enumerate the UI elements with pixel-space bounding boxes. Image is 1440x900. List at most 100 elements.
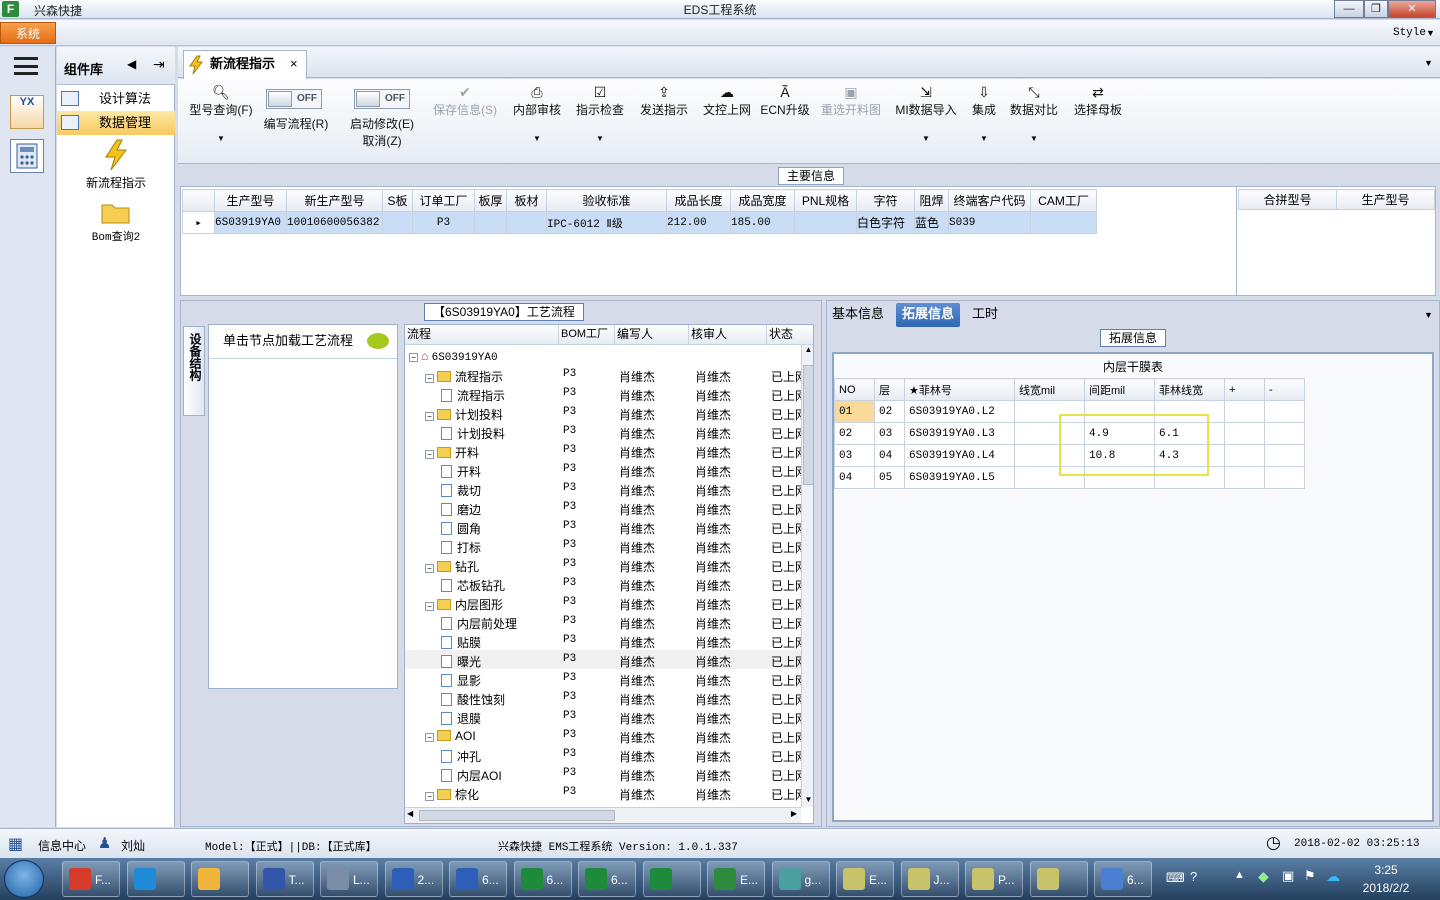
clock-time[interactable]: 3:25 — [1354, 863, 1418, 877]
tree-row[interactable]: − 流程指示 P3 肖维杰 肖维杰 已上网 — [405, 365, 807, 384]
table-cell[interactable]: IPC-6012 Ⅱ级 — [546, 211, 667, 234]
tree-node[interactable]: − 钻孔 — [425, 558, 479, 575]
tree-row[interactable]: 芯板钻孔 P3 肖维杰 肖维杰 已上网 — [405, 574, 807, 593]
taskbar-item[interactable] — [191, 861, 249, 897]
maximize-button[interactable]: ❐ — [1364, 0, 1388, 18]
column-header[interactable]: 板厚 — [474, 189, 507, 212]
table-cell[interactable]: 02 — [874, 400, 905, 423]
table-cell[interactable] — [1224, 422, 1265, 445]
tree-node[interactable]: 冲孔 — [441, 748, 481, 765]
dropdown-arrow-icon[interactable]: ▼ — [892, 134, 960, 143]
collapse-icon[interactable]: − — [425, 733, 434, 742]
scroll-down-icon[interactable]: ▼ — [803, 795, 813, 807]
tree-row[interactable]: 圆角 P3 肖维杰 肖维杰 已上网 — [405, 517, 807, 536]
tree-node[interactable]: 显影 — [441, 672, 481, 689]
tree-root-row[interactable]: − ⌂ 6S03919YA0 — [405, 346, 801, 365]
tray-expand-icon[interactable]: ▲ — [1234, 869, 1245, 881]
start-modify-toggle[interactable]: OFF — [354, 89, 410, 109]
tree-node[interactable]: − 计划投料 — [425, 406, 503, 423]
scroll-right-icon[interactable]: ▶ — [791, 809, 797, 818]
tree-node[interactable]: − 棕化 — [425, 786, 479, 803]
tree-row[interactable]: 贴膜 P3 肖维杰 肖维杰 已上网 — [405, 631, 807, 650]
column-header[interactable]: 状态 — [767, 325, 813, 345]
collapse-icon[interactable]: − — [425, 374, 434, 383]
data-compare-button[interactable]: ⤡ 数据对比 ▼ — [1008, 83, 1060, 153]
tree-node[interactable]: 曝光 — [441, 653, 481, 670]
nav-item-data-management[interactable]: 数据管理 — [57, 111, 175, 135]
info-center-label[interactable]: 信息中心 — [38, 837, 86, 854]
column-header[interactable]: 阻焊 — [914, 189, 949, 212]
tree-row[interactable]: − 计划投料 P3 肖维杰 肖维杰 已上网 — [405, 403, 807, 423]
tree-node[interactable]: 计划投料 — [441, 425, 505, 442]
taskbar-item[interactable]: P... — [965, 861, 1023, 897]
tree-row[interactable]: 冲孔 P3 肖维杰 肖维杰 已上网 — [405, 745, 807, 765]
tree-row[interactable]: 内层AOI P3 肖维杰 肖维杰 已上网 — [405, 764, 807, 784]
tree-row[interactable]: 内层前处理 P3 肖维杰 肖维杰 已上网 — [405, 612, 807, 631]
column-header[interactable]: 线宽mil — [1014, 378, 1085, 401]
tree-row[interactable]: 显影 P3 肖维杰 肖维杰 已上网 — [405, 669, 807, 689]
hamburger-menu-icon[interactable] — [14, 57, 38, 75]
table-cell[interactable] — [1224, 400, 1265, 423]
taskbar-item[interactable]: J... — [900, 861, 959, 897]
new-flow-indicator-item[interactable]: 新流程指示 — [57, 139, 175, 191]
table-cell[interactable] — [1264, 400, 1305, 423]
chevron-down-icon[interactable]: ▼ — [1424, 310, 1433, 320]
clock-date[interactable]: 2018/2/2 — [1354, 881, 1418, 895]
table-cell[interactable]: 6S03919YA0.L2 — [904, 400, 1015, 423]
taskbar-item[interactable]: 6... — [578, 861, 636, 897]
column-header[interactable]: PNL规格 — [794, 189, 857, 212]
tab-new-flow-indicator[interactable]: 新流程指示 × — [183, 50, 307, 79]
table-cell[interactable]: S039 — [948, 211, 1031, 234]
system-menu-button[interactable]: 系统 — [0, 22, 56, 44]
column-header[interactable]: CAM工厂 — [1030, 189, 1097, 212]
tree-node[interactable]: 流程指示 — [441, 387, 505, 404]
taskbar-item[interactable]: E... — [836, 861, 894, 897]
table-cell[interactable] — [506, 211, 547, 234]
table-cell[interactable]: 03 — [874, 422, 905, 445]
column-header[interactable]: + — [1224, 378, 1265, 401]
column-header[interactable]: 流程 — [405, 325, 559, 345]
column-header[interactable]: 成品长度 — [666, 189, 731, 212]
table-cell[interactable]: 6S03919YA0 — [214, 211, 287, 234]
taskbar-item[interactable]: 6... — [1094, 861, 1152, 897]
tree-row[interactable]: − 棕化 P3 肖维杰 肖维杰 已上网 — [405, 783, 807, 803]
taskbar-item[interactable]: 6... — [449, 861, 507, 897]
scroll-left-icon[interactable]: ◀ — [407, 809, 413, 818]
table-cell[interactable]: 蓝色 — [914, 211, 949, 234]
tab-basic-info[interactable]: 基本信息 — [826, 303, 890, 327]
pin-icon[interactable]: ⇥ — [153, 56, 165, 73]
table-cell[interactable]: 212.00 — [666, 211, 731, 234]
table-cell[interactable]: 01 — [834, 400, 875, 423]
tree-row[interactable]: 打标 P3 肖维杰 肖维杰 已上网 — [405, 536, 807, 555]
save-info-button[interactable]: ✔ 保存信息(S) — [428, 83, 502, 153]
integrate-button[interactable]: ⇩ 集成 ▼ — [966, 83, 1002, 153]
tree-row[interactable]: 曝光 P3 肖维杰 肖维杰 已上网 — [405, 650, 807, 670]
table-cell[interactable]: 185.00 — [730, 211, 795, 234]
column-header[interactable]: ★菲林号 — [904, 378, 1015, 401]
tree-node[interactable]: 磨边 — [441, 501, 481, 518]
doc-upload-button[interactable]: ☁ 文控上网 — [700, 83, 754, 153]
taskbar-item[interactable]: E... — [707, 861, 765, 897]
dropdown-arrow-icon[interactable]: ▼ — [510, 134, 564, 143]
keyboard-icon[interactable]: ⌨ — [1166, 870, 1185, 886]
table-cell[interactable]: 04 — [874, 444, 905, 467]
column-header[interactable]: 菲林线宽 — [1154, 378, 1225, 401]
dropdown-arrow-icon[interactable]: ▼ — [1008, 134, 1060, 143]
column-header[interactable]: 合拼型号 — [1238, 189, 1337, 210]
taskbar-item[interactable]: 2... — [384, 861, 443, 897]
tray-cloud-icon[interactable]: ☁ — [1326, 868, 1340, 885]
column-header[interactable]: NO — [834, 378, 875, 401]
tree-node[interactable]: − 内层图形 — [425, 596, 503, 613]
tree-row[interactable]: 计划投料 P3 肖维杰 肖维杰 已上网 — [405, 422, 807, 442]
dropdown-arrow-icon[interactable]: ▼ — [572, 134, 628, 143]
table-cell[interactable] — [1264, 444, 1305, 467]
tree-node[interactable]: 内层AOI — [441, 767, 502, 784]
tree-row[interactable]: − 开料 P3 肖维杰 肖维杰 已上网 — [405, 441, 807, 460]
table-cell[interactable] — [1264, 466, 1305, 489]
reselect-cut-button[interactable]: ▣ 重选开料图 — [818, 83, 884, 153]
horizontal-scrollbar[interactable]: ◀ ▶ — [405, 807, 801, 823]
table-cell[interactable]: 02 — [834, 422, 875, 445]
tree-node[interactable]: 退膜 — [441, 710, 481, 727]
table-cell[interactable]: 6S03919YA0.L4 — [904, 444, 1015, 467]
table-cell[interactable]: 04 — [834, 466, 875, 489]
